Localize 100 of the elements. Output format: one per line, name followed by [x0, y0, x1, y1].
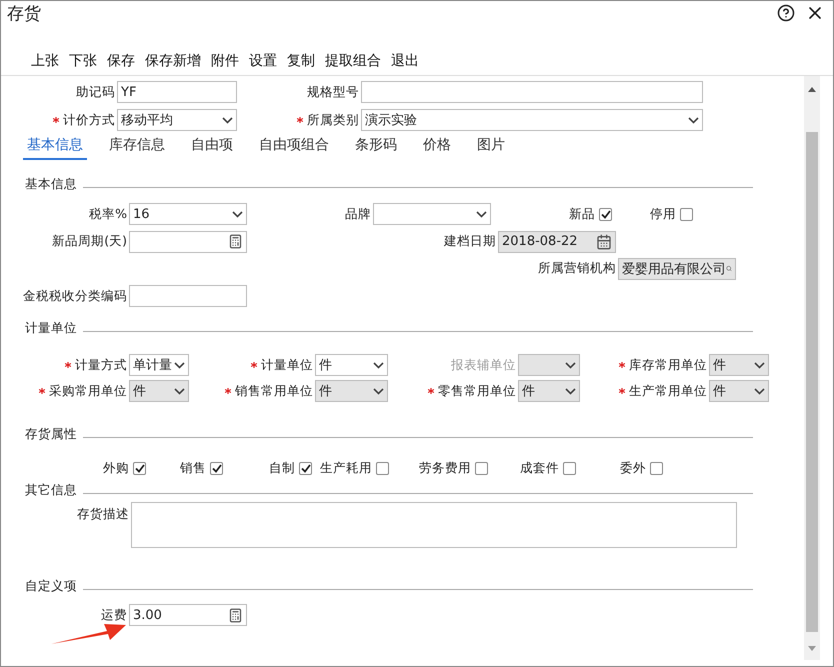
field-label: 报表辅单位	[451, 356, 516, 374]
select-field[interactable]: 单计量	[129, 354, 189, 376]
required-icon	[65, 362, 71, 368]
field-label: 金税税收分类编码	[23, 288, 127, 304]
chevron-down-icon	[373, 388, 384, 394]
field-label: 采购常用单位	[49, 382, 127, 400]
chevron-down-icon	[174, 388, 185, 394]
tab[interactable]: 自由项组合	[255, 136, 333, 160]
checkbox-label: 自制	[269, 460, 295, 476]
toolbar-button[interactable]: 保存	[107, 52, 135, 70]
tab[interactable]: 价格	[419, 136, 455, 160]
chevron-down-icon	[565, 388, 576, 394]
field-label: 计价方式	[63, 112, 115, 128]
section-title: 基本信息	[25, 176, 77, 192]
section-title: 计量单位	[25, 320, 77, 336]
field-label: 规格型号	[307, 84, 359, 100]
chevron-down-icon	[222, 116, 233, 124]
field-label: 存货描述	[77, 506, 129, 523]
section-title: 自定义项	[25, 578, 77, 594]
field-label: 生产常用单位	[629, 382, 707, 400]
field-label: 计量单位	[261, 356, 313, 374]
checkbox-label: 委外	[620, 460, 646, 476]
field-label: 所属类别	[307, 112, 359, 128]
select-field[interactable]: 件	[315, 354, 388, 376]
checkbox[interactable]	[599, 208, 612, 220]
toolbar-button[interactable]: 上张	[31, 52, 59, 70]
input-field[interactable]: YF	[117, 81, 237, 103]
number-field[interactable]	[129, 230, 247, 252]
chevron-down-icon	[232, 210, 243, 218]
calendar-icon	[596, 234, 612, 250]
toolbar-button[interactable]: 设置	[249, 52, 277, 70]
checkbox[interactable]	[133, 462, 146, 474]
checkbox[interactable]	[475, 462, 488, 474]
chevron-down-icon	[373, 362, 384, 368]
checkbox[interactable]	[650, 462, 663, 474]
toolbar-button[interactable]: 退出	[391, 52, 419, 70]
select-field[interactable]: 演示实验	[361, 109, 703, 131]
input-field[interactable]	[129, 285, 247, 307]
field-label: 建档日期	[444, 233, 496, 250]
toolbar-button[interactable]: 提取组合	[325, 52, 381, 70]
checkbox-label: 外购	[103, 460, 129, 476]
scroll-down-icon[interactable]	[808, 646, 816, 652]
scroll-up-icon[interactable]	[808, 86, 816, 92]
required-icon	[297, 117, 303, 123]
checkbox-label: 新品	[569, 206, 595, 222]
required-icon	[619, 362, 625, 368]
number-field[interactable]: 3.00	[129, 604, 247, 626]
toolbar-button[interactable]: 附件	[211, 52, 239, 70]
chevron-down-icon	[754, 362, 765, 368]
chevron-down-icon	[688, 116, 699, 124]
checkbox[interactable]	[299, 462, 312, 474]
field-label: 新品周期(天)	[52, 233, 127, 250]
required-icon	[39, 388, 45, 394]
toolbar-button[interactable]: 保存新增	[145, 52, 201, 70]
chevron-down-icon	[174, 362, 185, 368]
scrollbar[interactable]	[804, 76, 820, 660]
checkbox-label: 成套件	[520, 460, 559, 476]
checkbox[interactable]	[376, 462, 389, 474]
calculator-icon	[228, 234, 243, 249]
section-title: 存货属性	[25, 426, 77, 442]
chevron-down-icon	[476, 210, 487, 218]
tab[interactable]: 基本信息	[23, 136, 87, 160]
required-icon	[251, 362, 257, 368]
checkbox-label: 销售	[180, 460, 206, 476]
checkbox[interactable]	[210, 462, 223, 474]
tab[interactable]: 自由项	[187, 136, 237, 160]
select-field[interactable]	[373, 203, 491, 225]
toolbar-button[interactable]: 下张	[69, 52, 97, 70]
field-label: 零售常用单位	[438, 382, 516, 400]
select-field[interactable]: 移动平均	[117, 109, 237, 131]
select-field[interactable]: 16	[129, 203, 247, 225]
field-label: 品牌	[345, 206, 371, 222]
toolbar-button[interactable]: 复制	[287, 52, 315, 70]
chevron-down-icon	[754, 388, 765, 394]
checkbox-label: 停用	[650, 206, 676, 222]
field-label: 计量方式	[75, 356, 127, 374]
required-icon	[53, 117, 59, 123]
field-label: 所属营销机构	[538, 260, 616, 277]
field-label: 销售常用单位	[235, 382, 313, 400]
tab[interactable]: 库存信息	[105, 136, 169, 160]
input-field[interactable]	[361, 81, 703, 103]
section-title: 其它信息	[25, 482, 77, 498]
calculator-icon	[228, 608, 243, 622]
checkbox[interactable]	[563, 462, 576, 474]
checkbox-label: 生产耗用	[320, 460, 372, 476]
tab[interactable]: 图片	[473, 136, 509, 160]
required-icon	[225, 388, 231, 394]
chevron-down-icon	[565, 362, 576, 368]
window-title: 存货	[7, 2, 41, 24]
tab[interactable]: 条形码	[351, 136, 401, 160]
help-icon[interactable]	[777, 4, 795, 22]
field-label: 库存常用单位	[629, 356, 707, 374]
description-field[interactable]	[131, 502, 737, 548]
field-label: 助记码	[76, 84, 115, 100]
field-label: 运费	[101, 606, 127, 624]
required-icon	[619, 388, 625, 394]
required-icon	[428, 388, 434, 394]
checkbox-label: 劳务费用	[419, 460, 471, 476]
checkbox[interactable]	[680, 208, 693, 220]
field-label: 税率%	[89, 206, 127, 222]
